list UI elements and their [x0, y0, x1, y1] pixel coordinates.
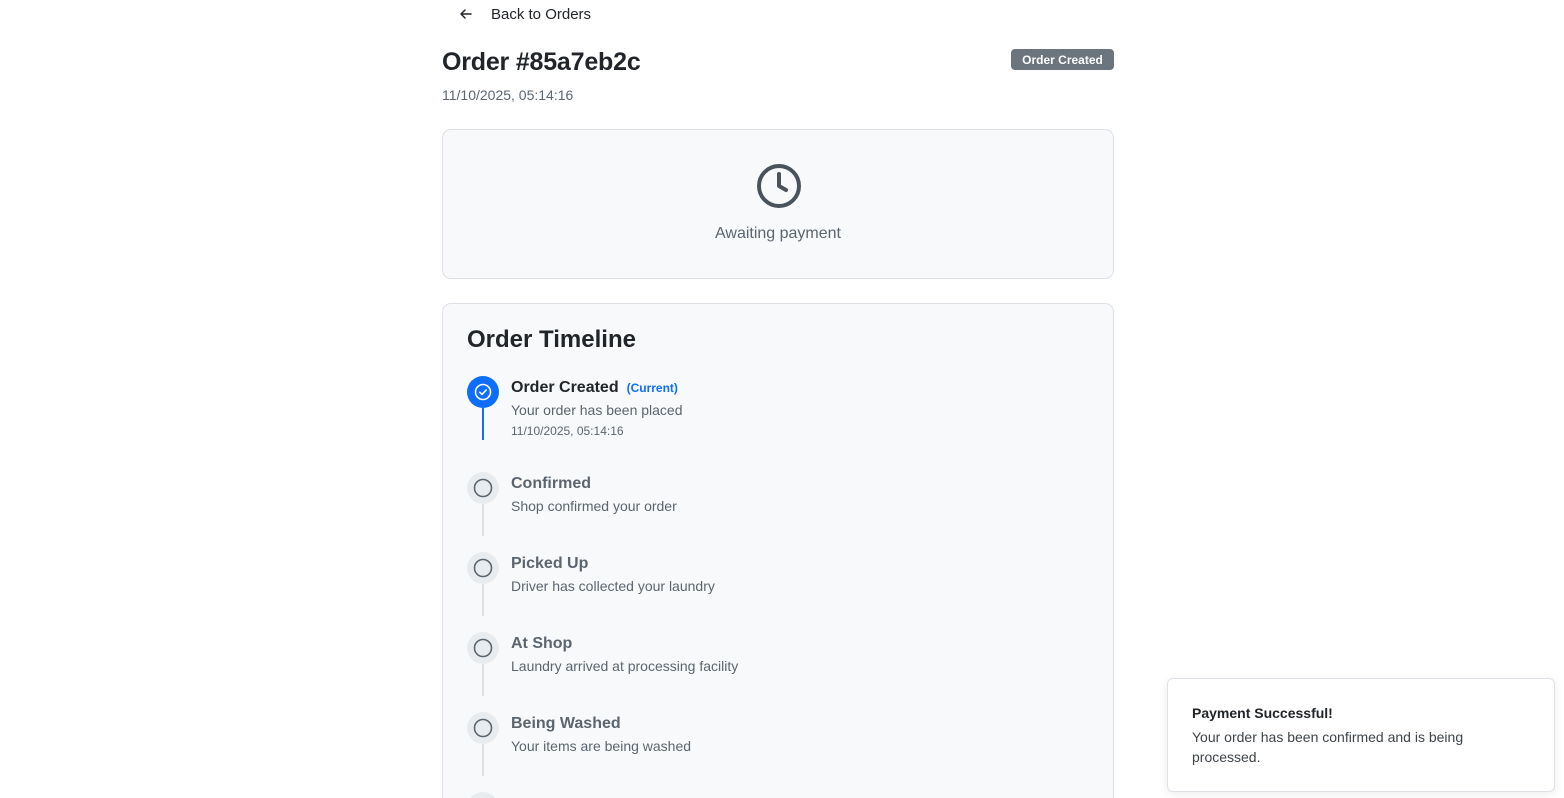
step-title: Being Washed: [511, 715, 621, 732]
status-badge: Order Created: [1011, 49, 1114, 70]
order-detail-page: Back to Orders Order #85a7eb2c 11/10/202…: [0, 0, 1564, 798]
back-link-label: Back to Orders: [491, 5, 592, 23]
payment-success-toast[interactable]: Payment Successful! Your order has been …: [1167, 678, 1555, 792]
order-timeline-card: Order Timeline Order Created (Current) Y…: [442, 303, 1114, 798]
timeline-connector: [482, 408, 484, 440]
page-title: Order #85a7eb2c: [442, 48, 641, 76]
check-circle-icon: [467, 376, 499, 408]
back-to-orders-link[interactable]: Back to Orders: [458, 4, 591, 24]
order-date: 11/10/2025, 05:14:16: [442, 87, 574, 103]
step-description: Shop confirmed your order: [511, 498, 677, 514]
circle-icon: [467, 792, 499, 798]
toast-message: Your order has been confirmed and is bei…: [1192, 729, 1464, 765]
step-description: Your items are being washed: [511, 738, 692, 754]
timeline-connector: [482, 744, 484, 776]
arrow-left-icon: [460, 9, 472, 19]
payment-status-text: Awaiting payment: [715, 225, 841, 242]
circle-icon: [467, 632, 499, 664]
toast-title: Payment Successful!: [1192, 705, 1333, 721]
circle-icon: [467, 552, 499, 584]
circle-icon: [467, 472, 499, 504]
step-description: Your order has been placed: [511, 402, 683, 418]
timeline-connector: [482, 664, 484, 696]
step-timestamp: 11/10/2025, 05:14:16: [511, 424, 624, 438]
clock-icon: [757, 164, 801, 208]
step-title: Order Created: [511, 379, 619, 396]
current-step-tag: (Current): [626, 381, 678, 395]
payment-status-card: Awaiting payment: [442, 129, 1114, 279]
step-description: Laundry arrived at processing facility: [511, 658, 739, 674]
step-title: At Shop: [511, 635, 573, 652]
step-title: Confirmed: [511, 475, 591, 492]
timeline-connector: [482, 584, 484, 616]
step-title: Picked Up: [511, 555, 589, 572]
timeline-title: Order Timeline: [467, 326, 636, 353]
step-description: Driver has collected your laundry: [511, 578, 715, 594]
circle-icon: [467, 712, 499, 744]
timeline-connector: [482, 504, 484, 536]
